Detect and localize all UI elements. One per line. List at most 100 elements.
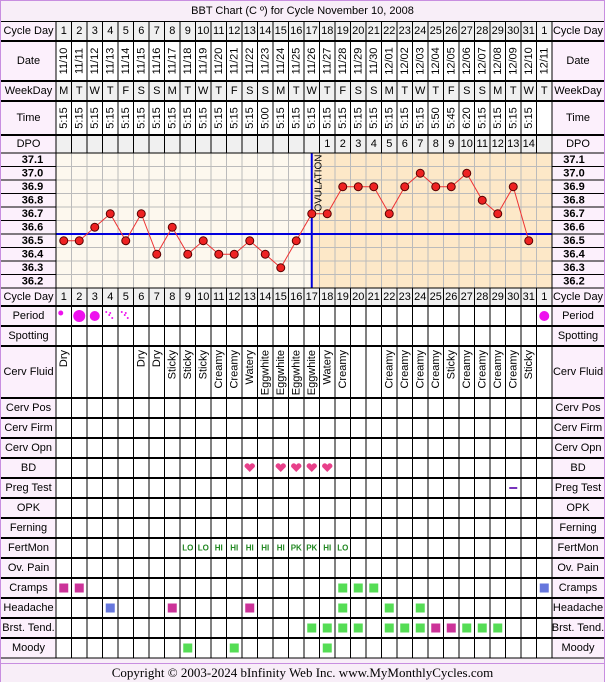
cycle-day-number-bottom: 15 — [275, 291, 287, 303]
fertmon-cell: PK — [306, 544, 317, 553]
cycle-day-number: 28 — [476, 25, 488, 37]
date-cell: 11/19 — [197, 48, 209, 75]
symptom-brst_tend-marker — [446, 623, 456, 633]
cycle-day-number-bottom: 31 — [523, 291, 535, 303]
cycle-day-number: 12 — [228, 25, 240, 37]
time-cell: 5:15 — [337, 107, 349, 128]
bbt-point — [477, 195, 487, 205]
fertmon-cell: HI — [261, 544, 269, 553]
row-label-right-brst_tend: Brst. Tend. — [552, 622, 604, 634]
y-tick-label-right: 36.6 — [563, 221, 584, 233]
symptom-headache-marker — [415, 603, 425, 613]
row-label-cerv_pos: Cerv Pos — [6, 402, 52, 414]
cycle-day-number-bottom: 22 — [383, 291, 395, 303]
date-cell: 11/12 — [89, 48, 101, 75]
cycle-day-number-bottom: 23 — [399, 291, 411, 303]
y-tick-label: 36.7 — [22, 208, 43, 220]
time-cell: 5:15 — [399, 107, 411, 128]
time-cell: 6:20 — [461, 107, 473, 128]
row-label-period: Period — [13, 310, 45, 322]
dpo-cell: 13 — [507, 138, 519, 150]
row-label-weekday: WeekDay — [5, 85, 53, 97]
y-tick-label: 36.4 — [22, 248, 44, 260]
cerv-fluid-cell: Eggwhite — [306, 350, 318, 395]
bbt-chart-page: BBT Chart (C º) for Cycle November 10, 2… — [0, 0, 605, 682]
bbt-point — [400, 182, 410, 192]
cycle-day-number-bottom: 1 — [541, 291, 547, 303]
copyright-footer: Copyright © 2003-2024 bInfinity Web Inc.… — [1, 663, 604, 682]
y-tick-label-right: 37.0 — [563, 167, 584, 179]
period-spotting-dot — [123, 314, 126, 316]
time-cell: 5:00 — [259, 107, 271, 128]
cycle-day-number-bottom: 26 — [445, 291, 457, 303]
bbt-point — [508, 182, 518, 192]
weekday-cell: F — [339, 85, 346, 97]
row-label-right-fertmon: FertMon — [558, 542, 599, 554]
cycle-day-number-bottom: 11 — [213, 291, 224, 303]
row-label-ov_pain: Ov. Pain — [8, 562, 49, 574]
y-tick-label-right: 37.1 — [563, 154, 584, 166]
date-cell: 11/28 — [337, 48, 349, 75]
y-tick-label: 36.3 — [22, 262, 43, 274]
time-cell: 5:45 — [445, 107, 457, 128]
cerv-fluid-cell: Eggwhite — [259, 350, 271, 395]
symptom-headache-marker — [105, 603, 115, 613]
symptom-brst_tend-marker — [322, 623, 332, 633]
cycle-day-number: 17 — [306, 25, 318, 37]
fertmon-cell: LO — [182, 544, 193, 553]
cycle-day-number-bottom: 18 — [321, 291, 333, 303]
symptom-brst_tend-marker — [431, 623, 441, 633]
bbt-point — [322, 209, 332, 219]
cycle-day-number: 22 — [383, 25, 395, 37]
dpo-cell: 3 — [355, 138, 361, 150]
cycle-day-number: 10 — [197, 25, 209, 37]
weekday-cell: S — [246, 85, 253, 97]
row-label-opk: OPK — [17, 502, 41, 514]
bbt-point — [136, 209, 146, 219]
cycle-day-number-bottom: 24 — [414, 291, 426, 303]
fertmon-cell: LO — [198, 544, 209, 553]
symptom-brst_tend-marker — [353, 623, 363, 633]
bbt-point — [74, 236, 84, 246]
date-cell: 12/08 — [492, 47, 504, 75]
row-label-right-time: Time — [566, 112, 590, 124]
symptom-headache-marker — [245, 603, 255, 613]
cerv-fluid-cell: Dry — [135, 350, 147, 368]
row-label-spotting: Spotting — [8, 330, 48, 342]
row-label-brst_tend: Brst. Tend. — [2, 622, 54, 634]
cycle-day-number-bottom: 10 — [197, 291, 209, 303]
dpo-cell: 14 — [523, 138, 535, 150]
time-cell: 5:15 — [306, 107, 318, 128]
weekday-cell: T — [541, 85, 548, 97]
time-cell: 5:15 — [352, 107, 364, 128]
cycle-day-number: 5 — [123, 25, 129, 37]
cycle-day-number: 21 — [368, 25, 380, 37]
dpo-cell: 1 — [324, 138, 330, 150]
date-cell: 12/02 — [399, 47, 411, 75]
cerv-fluid-cell: Dry — [58, 350, 70, 368]
weekday-cell: S — [370, 85, 377, 97]
time-cell: 5:15 — [213, 107, 225, 128]
time-cell: 5:15 — [89, 107, 101, 128]
row-label-dpo: DPO — [17, 138, 41, 150]
row-label-right-period: Period — [562, 310, 594, 322]
symptom-brst_tend-marker — [415, 623, 425, 633]
bbt-point — [431, 182, 441, 192]
cerv-fluid-cell: Creamy — [430, 350, 442, 389]
cycle-day-number: 13 — [244, 25, 256, 37]
bbt-point — [245, 236, 255, 246]
ovulation-label: OVULATION — [313, 154, 324, 211]
cerv-fluid-cell: Sticky — [182, 350, 194, 380]
bbt-point — [493, 209, 503, 219]
cycle-day-number-bottom: 16 — [290, 291, 302, 303]
bbt-point — [353, 182, 363, 192]
symptom-headache-marker — [338, 603, 348, 613]
y-tick-label-right: 36.5 — [563, 235, 584, 247]
weekday-cell: F — [231, 85, 238, 97]
time-cell: 5:15 — [275, 107, 287, 128]
bbt-point — [59, 236, 69, 246]
cycle-day-number: 9 — [185, 25, 191, 37]
bbt-point — [369, 182, 379, 192]
y-tick-label: 36.9 — [22, 181, 43, 193]
weekday-cell: S — [262, 85, 269, 97]
